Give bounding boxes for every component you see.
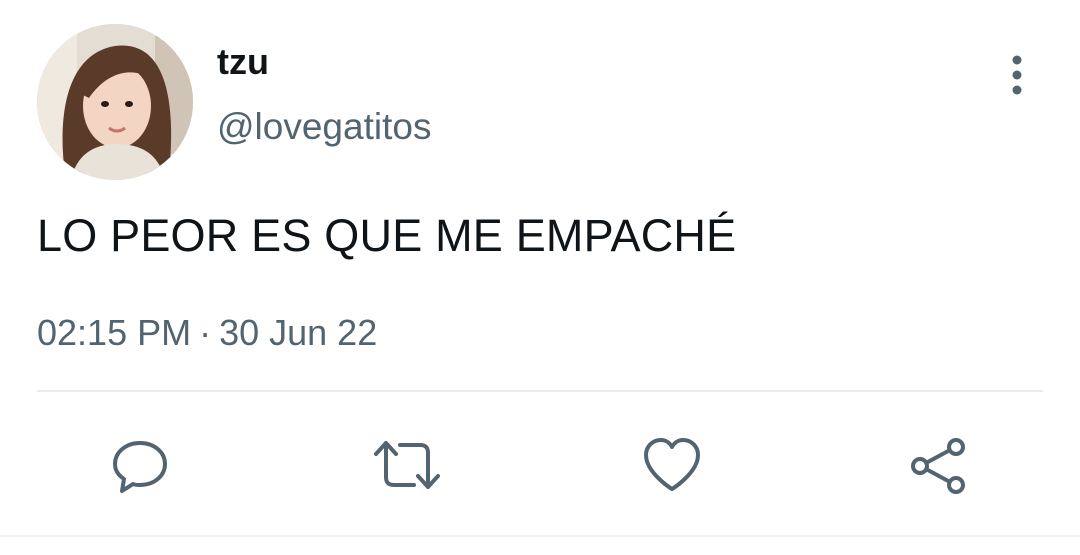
like-button[interactable]: [637, 430, 707, 500]
user-handle[interactable]: @lovegatitos: [217, 104, 431, 150]
retweet-button[interactable]: [372, 430, 442, 500]
tweet-text: LO PEOR ES QUE ME EMPACHÉ: [37, 210, 737, 261]
share-icon: [911, 438, 965, 494]
avatar[interactable]: [37, 24, 193, 180]
heart-icon: [644, 438, 700, 491]
retweet-icon: [374, 441, 440, 489]
display-name[interactable]: tzu: [217, 40, 269, 84]
more-vertical-icon: [1012, 55, 1022, 95]
divider: [37, 390, 1043, 392]
tweet-date: 30 Jun 22: [219, 312, 378, 353]
avatar-image: [37, 24, 193, 180]
reply-icon: [113, 441, 167, 493]
meta-separator: ·: [199, 312, 212, 353]
tweet-timestamp[interactable]: 02:15 PM · 30 Jun 22: [37, 310, 377, 356]
bottom-divider: [0, 535, 1080, 537]
tweet-card: tzu @lovegatitos LO PEOR ES QUE ME EMPAC…: [0, 0, 1080, 555]
action-bar: [0, 430, 1080, 500]
reply-button[interactable]: [105, 430, 175, 500]
tweet-time: 02:15 PM: [37, 312, 192, 353]
more-options-button[interactable]: [996, 52, 1038, 98]
share-button[interactable]: [903, 430, 973, 500]
